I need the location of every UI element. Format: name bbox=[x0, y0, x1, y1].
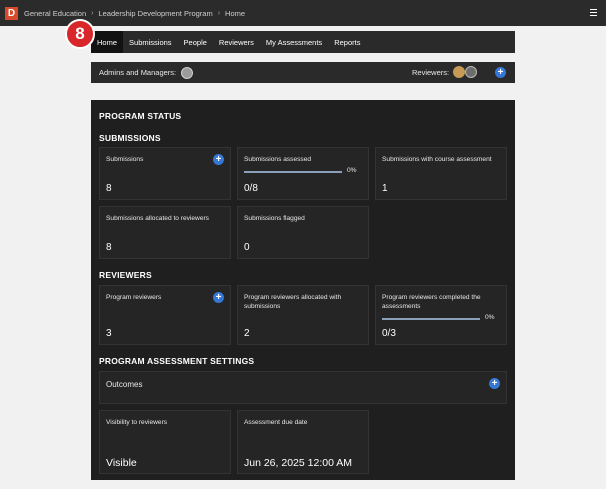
admins-bar: Admins and Managers: Reviewers: + bbox=[91, 62, 515, 83]
card-title: Submissions with course assessment bbox=[382, 156, 492, 163]
card-title: Submissions allocated to reviewers bbox=[106, 215, 209, 222]
outcomes-row: Outcomes + bbox=[99, 371, 507, 404]
tab-reports[interactable]: Reports bbox=[328, 31, 366, 53]
chevron-right-icon: › bbox=[91, 9, 94, 17]
add-submission-button[interactable]: + bbox=[213, 154, 224, 165]
avatar[interactable] bbox=[465, 66, 477, 78]
card-title: Submissions bbox=[106, 156, 144, 163]
program-nav: Home Submissions People Reviewers My Ass… bbox=[91, 31, 515, 53]
card-submissions-allocated: Submissions allocated to reviewers 8 bbox=[99, 206, 231, 259]
reviewers-label: Reviewers: bbox=[412, 68, 450, 77]
breadcrumb: General Education › Leadership Developme… bbox=[24, 9, 245, 18]
tab-reviewers[interactable]: Reviewers bbox=[213, 31, 260, 53]
card-visibility: Visibility to reviewers Visible bbox=[99, 410, 231, 474]
card-submissions-assessed: Submissions assessed 0% 0/8 bbox=[237, 147, 369, 200]
breadcrumb-item-general-education[interactable]: General Education bbox=[24, 9, 86, 18]
app-logo[interactable]: D bbox=[5, 6, 18, 20]
card-value: Jun 26, 2025 12:00 AM bbox=[244, 457, 352, 469]
card-submissions-flagged: Submissions flagged 0 bbox=[237, 206, 369, 259]
card-value: 0/3 bbox=[382, 328, 396, 339]
reviewers-heading: REVIEWERS bbox=[99, 270, 152, 280]
card-title: Program reviewers completed the assessme… bbox=[382, 294, 481, 310]
card-value: 0 bbox=[244, 242, 250, 253]
progress-percent: 0% bbox=[347, 167, 357, 174]
card-title: Submissions assessed bbox=[244, 156, 312, 163]
program-status-panel: PROGRAM STATUS SUBMISSIONS Submissions +… bbox=[91, 100, 515, 480]
top-bar: D General Education › Leadership Develop… bbox=[0, 0, 606, 26]
avatar[interactable] bbox=[181, 66, 194, 79]
card-submissions: Submissions + 8 bbox=[99, 147, 231, 200]
tab-my-assessments[interactable]: My Assessments bbox=[260, 31, 328, 53]
card-value: Visible bbox=[106, 457, 137, 469]
hamburger-menu-icon[interactable] bbox=[590, 9, 597, 16]
add-reviewer-button[interactable]: + bbox=[495, 67, 506, 78]
card-due-date: Assessment due date Jun 26, 2025 12:00 A… bbox=[237, 410, 369, 474]
card-value: 8 bbox=[106, 242, 112, 253]
card-title: Program reviewers allocated with submiss… bbox=[244, 294, 342, 310]
avatar[interactable] bbox=[453, 66, 465, 78]
card-reviewers-completed: Program reviewers completed the assessme… bbox=[375, 285, 507, 345]
tab-submissions[interactable]: Submissions bbox=[123, 31, 178, 53]
card-title: Visibility to reviewers bbox=[106, 419, 168, 426]
breadcrumb-item-home[interactable]: Home bbox=[225, 9, 245, 18]
card-reviewers-allocated: Program reviewers allocated with submiss… bbox=[237, 285, 369, 345]
add-outcome-button[interactable]: + bbox=[489, 378, 500, 389]
tab-people[interactable]: People bbox=[178, 31, 213, 53]
card-submissions-course-assessment: Submissions with course assessment 1 bbox=[375, 147, 507, 200]
chevron-right-icon: › bbox=[217, 9, 221, 17]
tab-home[interactable]: Home bbox=[91, 31, 124, 53]
settings-heading: PROGRAM ASSESSMENT SETTINGS bbox=[99, 356, 255, 366]
add-program-reviewer-button[interactable]: + bbox=[213, 292, 224, 303]
step-badge: 8 bbox=[65, 19, 95, 49]
card-value: 0/8 bbox=[244, 183, 258, 194]
card-title: Submissions flagged bbox=[244, 215, 305, 222]
card-value: 2 bbox=[244, 328, 250, 339]
outcomes-label: Outcomes bbox=[106, 380, 143, 389]
card-value: 1 bbox=[382, 183, 388, 194]
card-value: 8 bbox=[106, 183, 112, 194]
card-value: 3 bbox=[106, 328, 112, 339]
card-program-reviewers: Program reviewers + 3 bbox=[99, 285, 231, 345]
card-title: Program reviewers bbox=[106, 294, 162, 301]
progress-bar bbox=[244, 171, 342, 173]
progress-percent: 0% bbox=[485, 314, 495, 321]
card-title: Assessment due date bbox=[244, 419, 308, 426]
progress-bar bbox=[382, 318, 480, 320]
submissions-heading: SUBMISSIONS bbox=[99, 133, 161, 143]
breadcrumb-item-program[interactable]: Leadership Development Program bbox=[98, 9, 212, 18]
page-title: PROGRAM STATUS bbox=[99, 111, 182, 121]
admins-label: Admins and Managers: bbox=[99, 68, 177, 77]
